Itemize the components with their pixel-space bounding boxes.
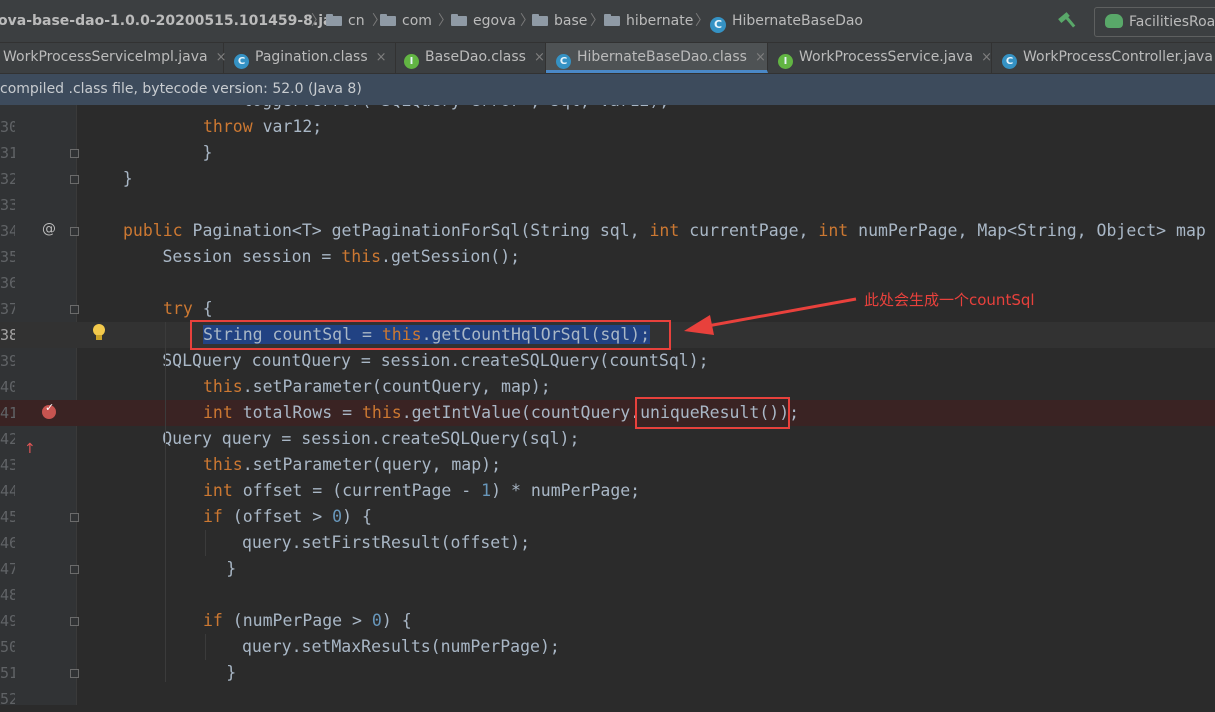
close-icon[interactable]: × <box>376 50 387 65</box>
code-line: 30 throw var12; <box>0 117 323 136</box>
breadcrumb-package-hibernate[interactable]: hibernate <box>604 11 693 31</box>
fold-marker[interactable] <box>70 175 79 184</box>
code-line-breakpoint: 41 int totalRows = this.getIntValue(coun… <box>0 400 1215 426</box>
breadcrumb-package-base[interactable]: base <box>532 11 587 31</box>
breadcrumb-package-cn[interactable]: cn <box>326 11 365 31</box>
annotation-arrow-icon <box>684 297 857 335</box>
breakpoint-icon[interactable] <box>42 401 56 419</box>
breadcrumb-package-com[interactable]: com <box>380 11 432 31</box>
code-line: 33 <box>0 196 15 214</box>
fold-marker[interactable] <box>70 149 79 158</box>
code-line: 40 this.setParameter(countQuery, map); <box>0 377 551 396</box>
breadcrumb-class[interactable]: C HibernateBaseDao <box>710 11 863 33</box>
code-line: 43 this.setParameter(query, map); <box>0 455 502 474</box>
annotation-box-countsql <box>190 320 671 350</box>
folder-icon <box>451 14 467 26</box>
breadcrumb-separator: 〉 <box>695 13 709 29</box>
tab-hibernatebasedao[interactable]: C HibernateBaseDao.class × <box>546 43 768 73</box>
close-icon[interactable]: × <box>755 50 766 65</box>
folder-icon <box>604 14 620 26</box>
code-line: 52 <box>0 690 15 708</box>
breadcrumb-jar[interactable]: ova-base-dao-1.0.0-20200515.101459-8.jar <box>0 11 339 31</box>
breadcrumb-separator: 〉 <box>438 13 452 29</box>
annotation-note: 此处会生成一个countSql <box>864 291 1035 309</box>
code-line: 50 query.setMaxResults(numPerPage); <box>0 637 560 656</box>
tab-workprocesscontroller[interactable]: C WorkProcessController.java <box>992 43 1215 73</box>
folder-icon <box>326 14 342 26</box>
navigation-bar: ova-base-dao-1.0.0-20200515.101459-8.jar… <box>0 0 1215 43</box>
code-line: 46 query.setFirstResult(offset); <box>0 533 531 552</box>
annotation-box-uniqueresult <box>635 397 790 429</box>
breadcrumb-separator: 〉 <box>590 13 604 29</box>
fold-marker[interactable] <box>70 617 79 626</box>
code-line: 48 <box>0 586 15 604</box>
code-line: 42 Query query = session.createSQLQuery(… <box>0 429 580 448</box>
code-line: 47 } <box>0 559 237 578</box>
code-line: 44 int offset = (currentPage - 1) * numP… <box>0 481 641 500</box>
breadcrumb-package-egova[interactable]: egova <box>451 11 516 31</box>
fold-marker[interactable] <box>70 513 79 522</box>
tab-workprocessservice[interactable]: I WorkProcessService.java × <box>768 43 992 73</box>
class-icon: C <box>1002 54 1017 69</box>
close-icon[interactable]: × <box>981 50 992 65</box>
code-line: 35 Session session = this.getSession(); <box>0 247 521 266</box>
code-line: 51 } <box>0 663 237 682</box>
code-line: 34 ↑ @ public Pagination<T> getPaginatio… <box>0 221 1206 457</box>
code-line: 45 if (offset > 0) { <box>0 507 372 526</box>
hammer-icon[interactable] <box>1058 10 1078 30</box>
editor-tab-bar: WorkProcessServiceImpl.java × C Pagination… <box>0 43 1215 74</box>
fold-marker[interactable] <box>70 565 79 574</box>
folder-icon <box>380 14 396 26</box>
class-icon: C <box>234 54 249 69</box>
run-configuration-selector[interactable]: FacilitiesRoad <box>1094 7 1215 37</box>
breadcrumb-separator: 〉 <box>311 13 325 29</box>
code-line: 32 } <box>0 169 133 188</box>
fold-marker[interactable] <box>70 305 79 314</box>
tab-workprocessserviceimpl[interactable]: WorkProcessServiceImpl.java × <box>0 43 227 73</box>
fold-marker[interactable] <box>70 227 79 236</box>
code-line: logger.error("SQLQuery error", sql, var1… <box>123 91 670 110</box>
override-icon[interactable]: @ <box>42 221 56 237</box>
code-line: 39 SQLQuery countQuery = session.createS… <box>0 351 709 370</box>
folder-icon <box>532 14 548 26</box>
class-icon: C <box>556 54 571 69</box>
close-icon[interactable]: × <box>534 50 545 65</box>
code-line: 49 if (numPerPage > 0) { <box>0 611 412 630</box>
interface-icon: I <box>778 54 793 69</box>
tab-basedao[interactable]: I BaseDao.class × <box>396 43 546 73</box>
interface-icon: I <box>404 54 419 69</box>
fold-marker[interactable] <box>70 669 79 678</box>
lightbulb-icon[interactable] <box>92 324 106 342</box>
run-config-icon <box>1105 14 1123 28</box>
class-icon: C <box>710 17 726 33</box>
code-line: 31 } <box>0 143 213 162</box>
tab-pagination[interactable]: C Pagination.class × <box>224 43 396 73</box>
